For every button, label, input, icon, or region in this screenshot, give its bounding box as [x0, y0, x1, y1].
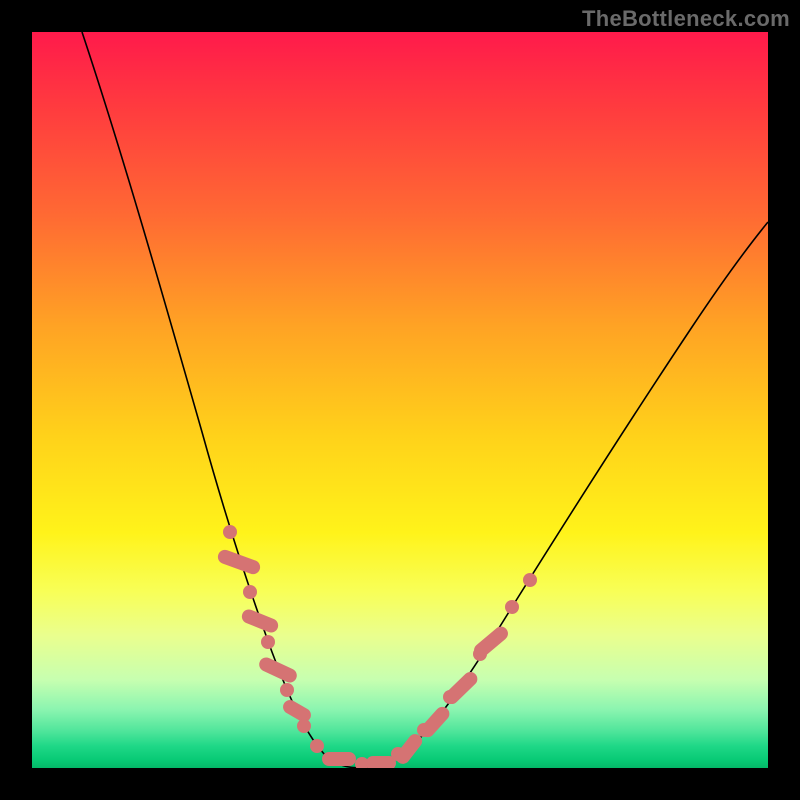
curve-marker: [281, 697, 314, 724]
curve-path: [82, 32, 768, 768]
chart-frame: TheBottleneck.com: [0, 0, 800, 800]
curve-marker: [322, 752, 356, 766]
curve-marker: [297, 719, 311, 733]
curve-marker: [505, 600, 519, 614]
curve-marker: [223, 525, 237, 539]
curve-marker: [442, 669, 480, 707]
curve-marker: [240, 607, 280, 634]
watermark-text: TheBottleneck.com: [582, 6, 790, 32]
curve-marker: [243, 585, 257, 599]
curve-marker: [366, 756, 396, 768]
curve-marker: [257, 655, 299, 685]
curve-marker: [418, 704, 452, 740]
curve-marker: [523, 573, 537, 587]
curve-marker: [310, 739, 324, 753]
curve-marker: [261, 635, 275, 649]
plot-area: [32, 32, 768, 768]
bottleneck-curve: [32, 32, 768, 768]
curve-marker: [280, 683, 294, 697]
curve-marker: [471, 624, 511, 660]
curve-marker: [216, 548, 262, 576]
